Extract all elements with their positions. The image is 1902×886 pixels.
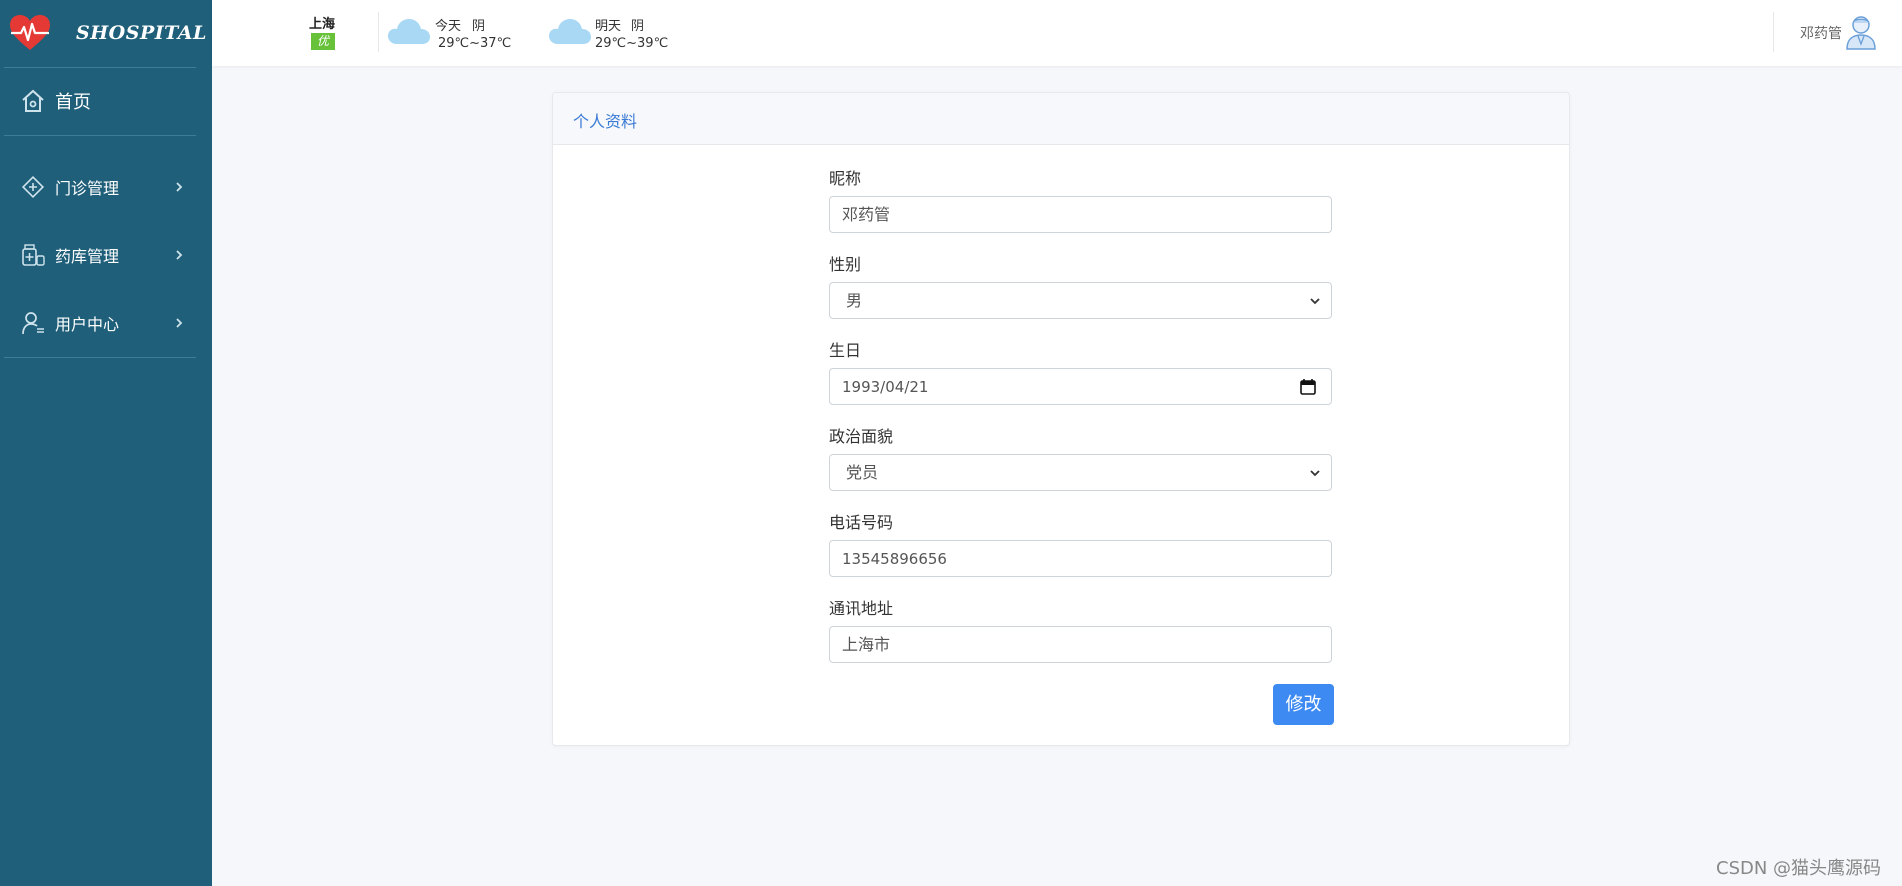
address-input[interactable]: 上海市 bbox=[829, 626, 1332, 663]
calendar-icon[interactable] bbox=[1299, 378, 1317, 396]
sidebar-item-pharmacy[interactable]: 药库管理 bbox=[0, 240, 212, 270]
gender-value: 男 bbox=[846, 291, 863, 310]
political-status-select[interactable]: 党员 bbox=[829, 454, 1332, 491]
sidebar-item-clinic[interactable]: 门诊管理 bbox=[0, 172, 212, 202]
birthday-value: 1993/04/21 bbox=[842, 378, 929, 396]
gender-select[interactable]: 男 bbox=[829, 282, 1332, 319]
tomorrow-weather: 阴 bbox=[631, 19, 645, 34]
phone-input[interactable]: 13545896656 bbox=[829, 540, 1332, 577]
phone-label: 电话号码 bbox=[829, 513, 894, 532]
chevron-right-icon bbox=[176, 318, 183, 328]
phone-value: 13545896656 bbox=[842, 550, 947, 568]
nickname-value: 邓药管 bbox=[842, 205, 891, 224]
heart-pulse-logo-icon bbox=[10, 15, 50, 50]
tomorrow-temp: 29℃~39℃ bbox=[595, 36, 669, 51]
today-label: 今天 bbox=[435, 19, 462, 34]
cloud-icon bbox=[388, 19, 430, 44]
sidebar-item-label: 药库管理 bbox=[55, 247, 120, 266]
political-status-value: 党员 bbox=[846, 463, 879, 482]
sidebar-divider bbox=[4, 67, 196, 68]
sidebar-item-label: 门诊管理 bbox=[55, 179, 120, 198]
brand-name: SHOSPITAL bbox=[76, 22, 207, 44]
sidebar: SHOSPITAL 首页 门诊管理 药库管理 用户中心 bbox=[0, 0, 212, 886]
address-label: 通讯地址 bbox=[829, 599, 894, 618]
sidebar-item-home[interactable]: 首页 bbox=[0, 86, 212, 116]
chevron-right-icon bbox=[176, 250, 183, 260]
nickname-label: 昵称 bbox=[829, 169, 862, 188]
sidebar-item-label: 用户中心 bbox=[55, 315, 120, 334]
cloud-icon bbox=[549, 19, 591, 44]
chevron-down-icon bbox=[1310, 470, 1320, 477]
avatar[interactable] bbox=[1844, 14, 1878, 50]
sidebar-divider bbox=[4, 135, 196, 136]
address-value: 上海市 bbox=[842, 635, 891, 654]
today-temp: 29℃~37℃ bbox=[438, 36, 512, 51]
gender-label: 性别 bbox=[829, 255, 862, 274]
pharmacy-icon bbox=[22, 244, 45, 266]
watermark: CSDN @猫头鹰源码 bbox=[1716, 858, 1882, 879]
user-name[interactable]: 邓药管 bbox=[1800, 23, 1842, 43]
home-icon bbox=[22, 89, 44, 112]
profile-card: 个人资料 昵称 邓药管 性别 男 生日 1993/04/21 政治面貌 党员 电… bbox=[552, 92, 1570, 746]
modify-button[interactable]: 修改 bbox=[1273, 684, 1334, 725]
air-quality-badge: 优 bbox=[311, 33, 335, 50]
today-weather: 阴 bbox=[472, 19, 486, 34]
card-header bbox=[553, 93, 1569, 145]
sidebar-item-user-center[interactable]: 用户中心 bbox=[0, 308, 212, 338]
sidebar-divider bbox=[4, 357, 196, 358]
birthday-date-input[interactable]: 1993/04/21 bbox=[829, 368, 1332, 405]
clinic-icon bbox=[21, 175, 45, 199]
sidebar-item-label: 首页 bbox=[55, 92, 91, 113]
tomorrow-label: 明天 bbox=[595, 19, 622, 34]
card-title: 个人资料 bbox=[573, 112, 638, 131]
user-center-icon bbox=[22, 312, 44, 335]
topbar-divider bbox=[1773, 12, 1774, 52]
political-status-label: 政治面貌 bbox=[829, 427, 894, 446]
brand: SHOSPITAL bbox=[0, 0, 212, 66]
nickname-input[interactable]: 邓药管 bbox=[829, 196, 1332, 233]
topbar-divider bbox=[378, 12, 379, 52]
birthday-label: 生日 bbox=[829, 341, 862, 360]
chevron-right-icon bbox=[176, 182, 183, 192]
topbar: 上海 优 今天 阴 29℃~37℃ 明天 阴 29℃~39℃ 邓药管 bbox=[212, 0, 1902, 66]
chevron-down-icon bbox=[1310, 298, 1320, 305]
weather-city: 上海 bbox=[309, 17, 336, 32]
